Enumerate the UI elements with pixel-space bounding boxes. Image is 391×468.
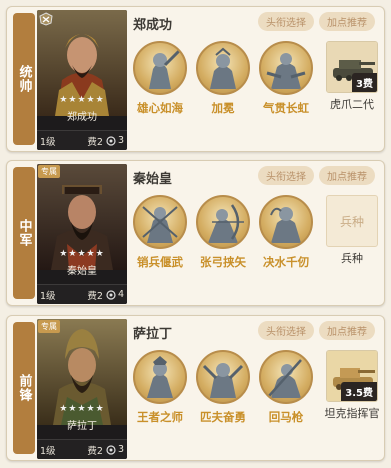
star-rating: ★★★★★ xyxy=(59,404,105,414)
unit-slot[interactable]: 兵种 兵种 xyxy=(324,195,380,266)
unit-slot[interactable]: 3.5费 坦克指挥官 xyxy=(324,350,380,421)
card-footer: 1级 费2 3 xyxy=(37,439,127,459)
hero-count: 4 xyxy=(117,289,124,300)
skill-name: 张弓挟矢 xyxy=(200,255,246,269)
unit-empty-slot: 兵种 xyxy=(326,195,378,247)
skill-name: 销兵偃武 xyxy=(137,255,183,269)
card-hero-name: 秦始皇 xyxy=(67,266,97,277)
skill-slot-2[interactable]: 张弓挟矢 xyxy=(194,195,252,270)
hero-panel-2: 中军 专属 ★★★★★ 秦始皇 1级 费2 4 秦始皇 头衔选择 加点推荐 销兵… xyxy=(6,160,385,306)
skill-icon xyxy=(133,350,187,404)
unit-cost-tag: 3.5费 xyxy=(341,382,377,401)
skill-icon xyxy=(259,195,313,249)
hero-count: 3 xyxy=(117,444,124,455)
hero-panel-3: 前锋 专属 ★★★★★ 萨拉丁 1级 费2 3 萨拉丁 头衔选择 加点推荐 王者… xyxy=(6,315,385,461)
skill-name: 匹夫奋勇 xyxy=(200,410,246,424)
skill-icon xyxy=(259,41,313,95)
unit-cost-tag: 3费 xyxy=(352,73,377,92)
skill-icon xyxy=(133,195,187,249)
skill-name: 回马枪 xyxy=(268,410,304,424)
skill-name: 王者之师 xyxy=(137,410,183,424)
exclusive-badge: 专属 xyxy=(38,165,60,178)
hero-name: 秦始皇 xyxy=(133,172,173,187)
skill-icon xyxy=(196,41,250,95)
skill-slot-2[interactable]: 匹夫奋勇 xyxy=(194,350,252,425)
hero-panel-1: 统帅 ★★★★★ 郑成功 1级 费2 3 郑成功 头衔选择 加点推荐 雄心如海 … xyxy=(6,6,385,152)
unit-image: 3费 xyxy=(326,41,378,93)
skill-name: 气贯长虹 xyxy=(263,101,309,115)
title-select-button[interactable]: 头衔选择 xyxy=(258,321,314,340)
hero-card[interactable]: 专属 ★★★★★ 萨拉丁 1级 费2 3 xyxy=(37,319,127,459)
hero-cost: 费2 xyxy=(87,136,103,148)
rank-crest-icon xyxy=(39,12,53,26)
hero-level: 1级 xyxy=(40,290,56,302)
skill-slot-1[interactable]: 雄心如海 xyxy=(131,41,189,116)
skill-slot-2[interactable]: 加冕 xyxy=(194,41,252,116)
title-select-button[interactable]: 头衔选择 xyxy=(258,12,314,31)
unit-name: 坦克指挥官 xyxy=(324,407,380,420)
card-indicator-icon xyxy=(106,444,116,455)
points-recommend-button[interactable]: 加点推荐 xyxy=(319,166,375,185)
hero-card[interactable]: 专属 ★★★★★ 秦始皇 1级 费2 4 xyxy=(37,164,127,304)
hero-cost: 费2 xyxy=(87,290,103,302)
skill-slot-1[interactable]: 王者之师 xyxy=(131,350,189,425)
card-footer: 1级 费2 3 xyxy=(37,130,127,150)
position-tab: 前锋 xyxy=(13,322,35,454)
position-tab: 中军 xyxy=(13,167,35,299)
points-recommend-button[interactable]: 加点推荐 xyxy=(319,321,375,340)
skill-icon xyxy=(259,350,313,404)
skill-slot-3[interactable]: 气贯长虹 xyxy=(257,41,315,116)
hero-card[interactable]: ★★★★★ 郑成功 1级 费2 3 xyxy=(37,10,127,150)
hero-cost: 费2 xyxy=(87,445,103,457)
skill-icon xyxy=(196,195,250,249)
position-tab: 统帅 xyxy=(13,13,35,145)
star-rating: ★★★★★ xyxy=(59,249,105,259)
card-indicator-icon xyxy=(106,135,116,146)
star-rating: ★★★★★ xyxy=(59,95,105,105)
card-indicator-icon xyxy=(106,289,116,300)
skill-name: 雄心如海 xyxy=(137,101,183,115)
skill-icon xyxy=(196,350,250,404)
skill-slot-3[interactable]: 决水千仞 xyxy=(257,195,315,270)
hero-name: 郑成功 xyxy=(133,18,173,33)
card-hero-name: 萨拉丁 xyxy=(67,421,97,432)
points-recommend-button[interactable]: 加点推荐 xyxy=(319,12,375,31)
skill-name: 加冕 xyxy=(211,101,235,115)
hero-name: 萨拉丁 xyxy=(133,327,173,342)
card-footer: 1级 费2 4 xyxy=(37,284,127,304)
exclusive-badge: 专属 xyxy=(38,320,60,333)
unit-slot[interactable]: 3费 虎爪二代 xyxy=(324,41,380,112)
skill-slot-3[interactable]: 回马枪 xyxy=(257,350,315,425)
hero-level: 1级 xyxy=(40,445,56,457)
unit-name: 虎爪二代 xyxy=(330,98,374,111)
card-hero-name: 郑成功 xyxy=(67,112,97,123)
skill-name: 决水千仞 xyxy=(263,255,309,269)
unit-image: 3.5费 xyxy=(326,350,378,402)
hero-level: 1级 xyxy=(40,136,56,148)
unit-name: 兵种 xyxy=(341,252,363,265)
skill-slot-1[interactable]: 销兵偃武 xyxy=(131,195,189,270)
title-select-button[interactable]: 头衔选择 xyxy=(258,166,314,185)
skill-icon xyxy=(133,41,187,95)
hero-count: 3 xyxy=(117,135,124,146)
